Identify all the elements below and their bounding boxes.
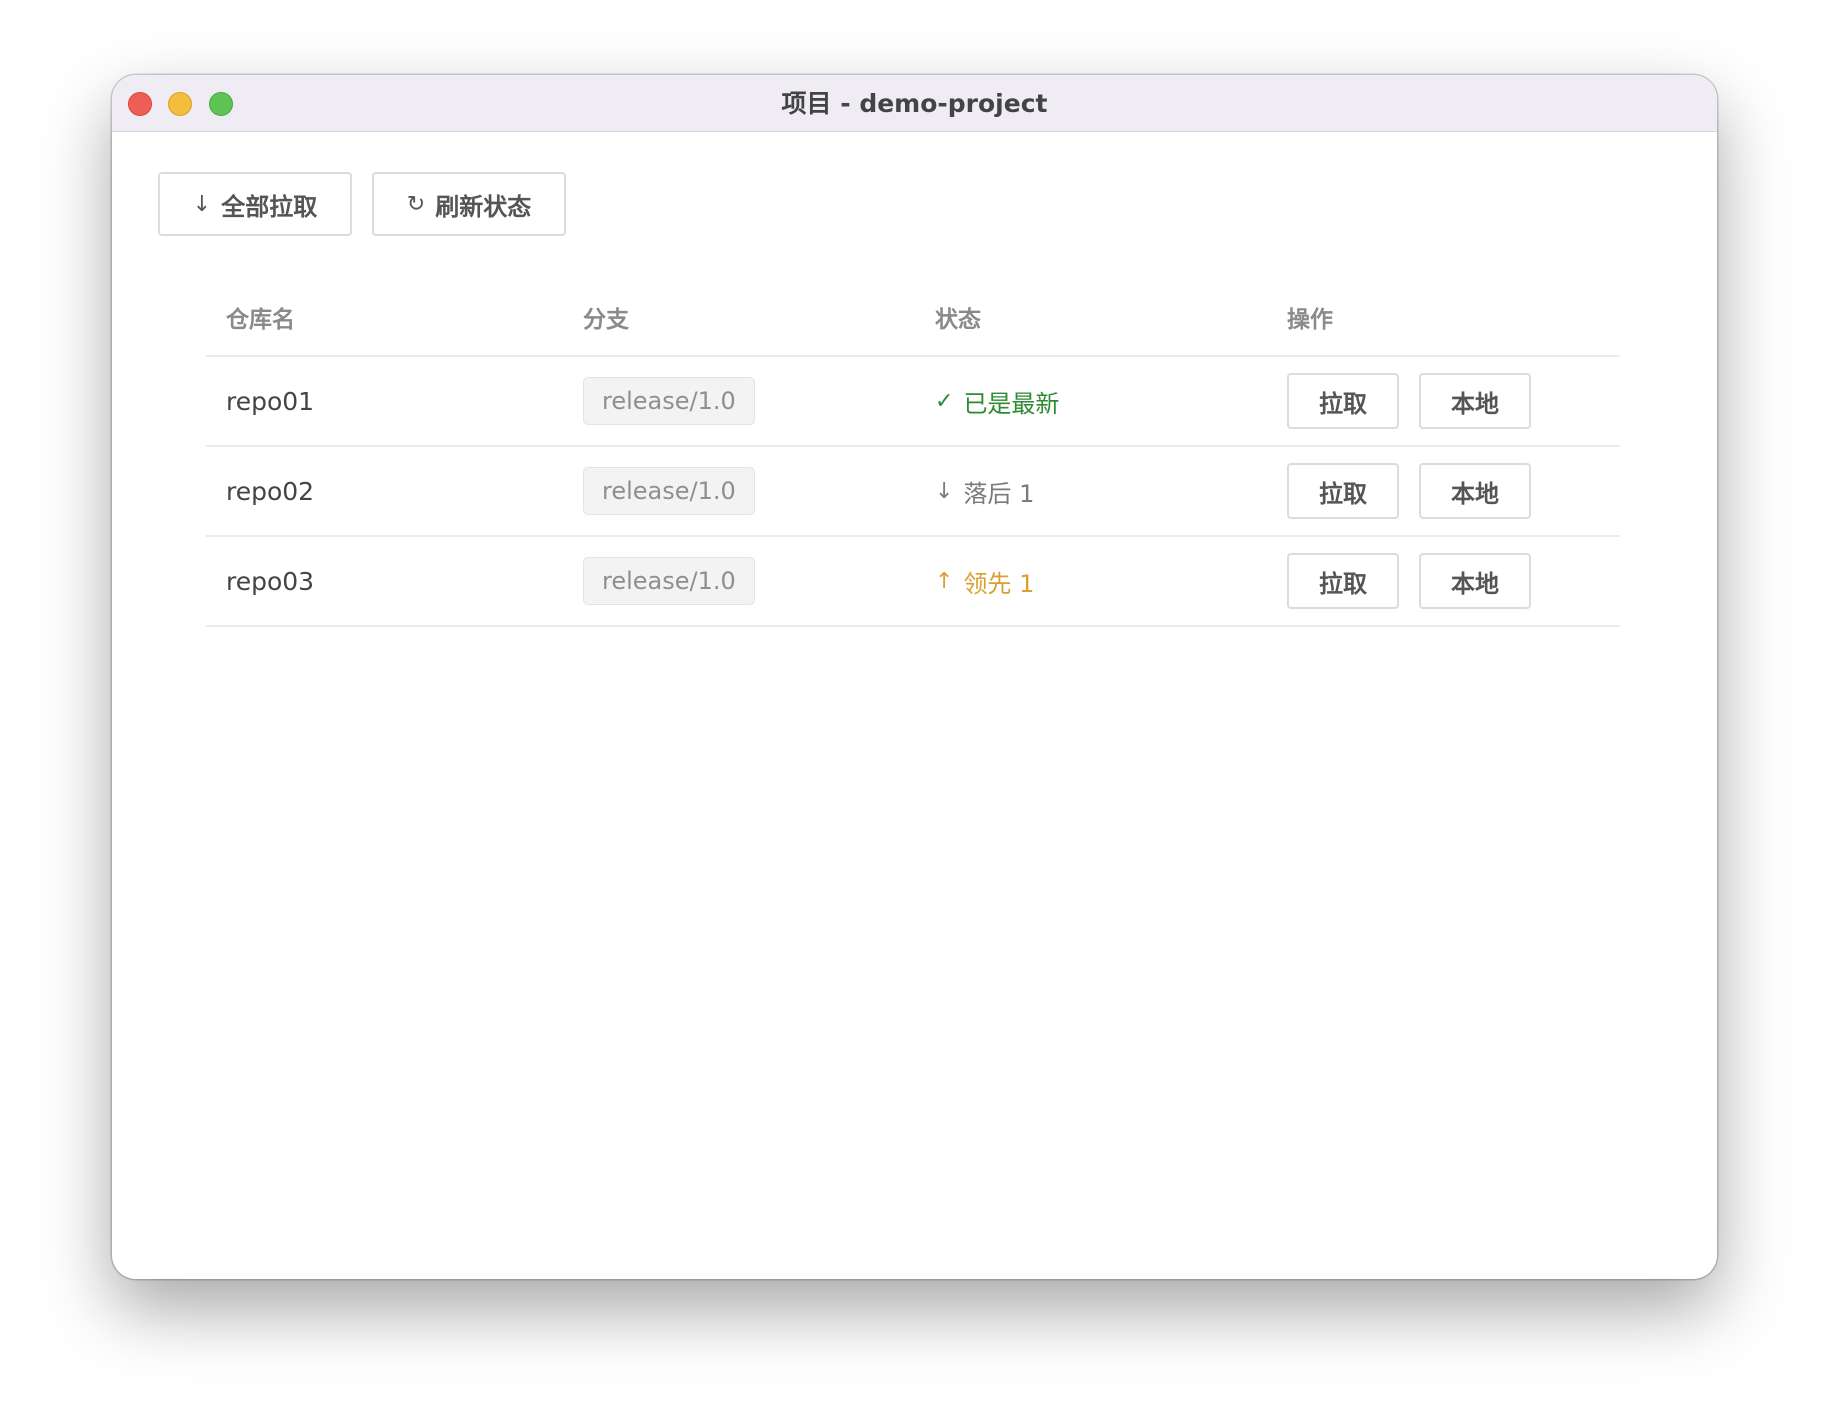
table-row: repo03 release/1.0 ↑ 领先 1 拉取 本地 <box>206 537 1620 627</box>
table-row: repo01 release/1.0 ✓ 已是最新 拉取 本地 <box>206 357 1620 447</box>
refresh-status-label: 刷新状态 <box>435 192 532 221</box>
title-bar[interactable]: 项目 - demo-project <box>112 75 1717 132</box>
branch-tag: release/1.0 <box>583 467 755 515</box>
branch-tag: release/1.0 <box>583 557 755 605</box>
branch-tag: release/1.0 <box>583 377 755 425</box>
arrow-down-icon: ↓ <box>192 191 212 217</box>
local-button[interactable]: 本地 <box>1419 463 1531 519</box>
repo-name: repo02 <box>226 476 315 506</box>
status-text: 落后 1 <box>963 479 1035 508</box>
status-badge: ↓ 落后 1 <box>935 474 1034 509</box>
pull-button[interactable]: 拉取 <box>1287 463 1399 519</box>
checkmark-icon: ✓ <box>935 388 954 414</box>
column-header-status: 状态 <box>935 307 981 333</box>
refresh-icon: ↻ <box>406 191 426 217</box>
table-header: 仓库名 分支 状态 操作 <box>206 280 1620 357</box>
column-header-branch: 分支 <box>583 307 629 333</box>
column-header-actions: 操作 <box>1287 307 1333 333</box>
status-badge: ✓ 已是最新 <box>935 384 1059 419</box>
repo-table: 仓库名 分支 状态 操作 repo01 release/1.0 ✓ 已是最新 拉… <box>206 280 1620 627</box>
column-header-repo-name: 仓库名 <box>226 307 295 333</box>
arrow-up-icon: ↑ <box>935 568 954 594</box>
pull-button[interactable]: 拉取 <box>1287 373 1399 429</box>
status-badge: ↑ 领先 1 <box>935 564 1034 599</box>
local-button[interactable]: 本地 <box>1419 373 1531 429</box>
arrow-down-icon: ↓ <box>935 478 954 504</box>
pull-all-label: 全部拉取 <box>221 192 318 221</box>
status-text: 已是最新 <box>963 389 1060 418</box>
table-row: repo02 release/1.0 ↓ 落后 1 拉取 本地 <box>206 447 1620 537</box>
refresh-status-button[interactable]: ↻ 刷新状态 <box>372 172 566 236</box>
pull-button[interactable]: 拉取 <box>1287 553 1399 609</box>
window-title: 项目 - demo-project <box>781 89 1048 118</box>
pull-all-button[interactable]: ↓ 全部拉取 <box>158 172 352 236</box>
repo-name: repo01 <box>226 386 315 416</box>
status-text: 领先 1 <box>963 569 1035 598</box>
app-window: 项目 - demo-project ↓ 全部拉取 ↻ 刷新状态 仓库名 分支 状… <box>112 75 1717 1279</box>
local-button[interactable]: 本地 <box>1419 553 1531 609</box>
repo-name: repo03 <box>226 566 315 596</box>
